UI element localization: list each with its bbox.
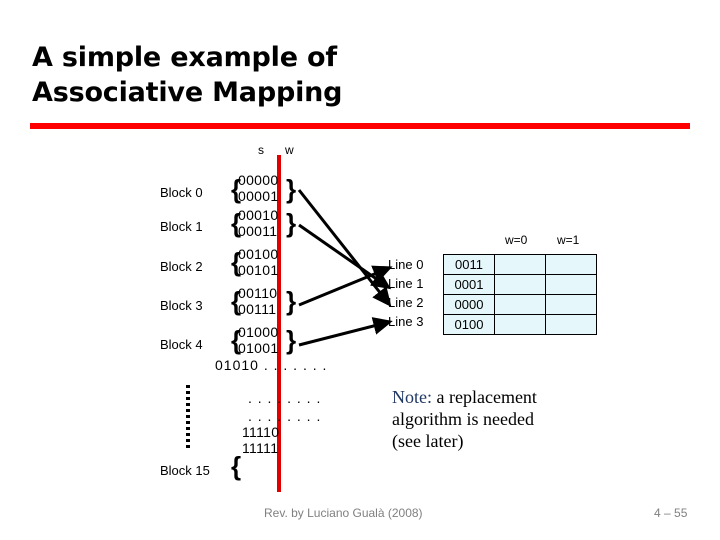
block-label-3: Block 3 [160,298,203,313]
page-title-line-2: Associative Mapping [32,77,343,108]
cache-line-label-3: Line 3 [388,314,424,329]
note-line-1-rest: a replacement [432,387,537,407]
note-line-1: Note: a replacement [392,386,622,408]
word-00010: 00010 [238,207,279,223]
axis-label-w: w [285,143,294,157]
word-tail-01010: 01010 . . . . . . . [215,357,328,373]
arrow-block1-to-line1 [298,223,392,290]
cache-w1-line1 [545,274,597,295]
cache-w0-line1 [494,274,546,295]
cache-w1-line0 [545,254,597,275]
cache-line-label-1: Line 1 [388,276,424,291]
word-00101: 00101 [238,262,279,278]
block-label-0: Block 0 [160,185,203,200]
block-label-2: Block 2 [160,259,203,274]
page-title-line-1: A simple example of [32,42,337,73]
cache-col-header-w0: w=0 [505,233,528,247]
word-tail-ellipsis-1: . . . . . . . . [248,390,322,406]
cache-w1-line2 [545,294,597,315]
brace-close-block-3: } [286,286,297,316]
cache-w1-line3 [545,314,597,335]
page-title: A simple example of Associative Mapping [32,40,672,110]
block-label-4: Block 4 [160,337,203,352]
arrow-block3-to-line0 [298,265,393,307]
table-row[interactable]: 0001 [443,274,597,295]
word-00100: 00100 [238,246,279,262]
word-00011: 00011 [238,223,278,239]
brace-close-block-4: } [286,325,297,355]
cache-w0-line2 [494,294,546,315]
cache-w0-line3 [494,314,546,335]
arrow-block0-to-line2 [297,189,392,308]
brace-close-block-0: } [286,174,297,204]
title-underline-rule [30,123,690,129]
word-00001: 00001 [238,188,279,204]
brace-open-block-15: { [231,451,242,481]
footer-page-number: 4 – 55 [654,506,688,520]
note-callout: Note: a replacement algorithm is needed … [392,386,622,452]
note-keyword: Note: [392,387,432,407]
footer-credit: Rev. by Luciano Gualà (2008) [264,506,423,520]
cache-line-label-2: Line 2 [388,295,424,310]
word-11111: 11111 [242,440,279,456]
vertical-ellipsis-marker [186,385,190,448]
note-line-3: (see later) [392,431,464,451]
word-01000: 01000 [238,324,279,340]
word-tail-ellipsis-2: . . . . . . . . [248,408,322,424]
cache-tag-line1: 0001 [443,274,495,295]
brace-close-block-1: } [286,208,297,238]
cache-line-label-0: Line 0 [388,257,424,272]
cache-tag-line3: 0100 [443,314,495,335]
block-label-15: Block 15 [160,463,210,478]
cache-tag-line2: 0000 [443,294,495,315]
word-00000: 00000 [238,172,279,188]
word-00110: 00110 [238,285,278,301]
cache-table: 0011 0001 0000 0100 [443,254,597,335]
cache-tag-line0: 0011 [443,254,495,275]
word-01001: 01001 [238,340,279,356]
word-00111: 00111 [238,301,277,317]
cache-col-header-w1: w=1 [557,233,580,247]
word-11110: 11110 [242,424,280,440]
axis-label-s: s [258,143,264,157]
table-row[interactable]: 0011 [443,254,597,275]
cache-w0-line0 [494,254,546,275]
table-row[interactable]: 0100 [443,314,597,335]
note-line-2: algorithm is needed [392,409,534,429]
table-row[interactable]: 0000 [443,294,597,315]
slide-canvas: A simple example of Associative Mapping … [0,0,720,540]
arrow-block4-to-line3 [298,317,393,347]
block-label-1: Block 1 [160,219,203,234]
